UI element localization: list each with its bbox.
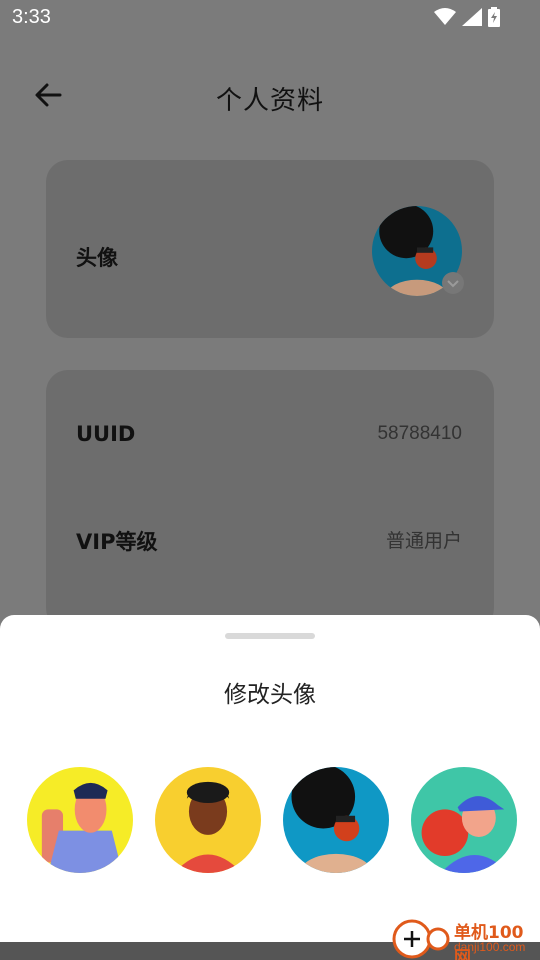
avatar-illustration — [411, 767, 517, 873]
avatar-card[interactable]: 头像 — [46, 160, 494, 338]
status-time: 3:33 — [12, 6, 51, 28]
avatar-label: 头像 — [76, 246, 118, 270]
avatar-option-1[interactable] — [27, 767, 133, 873]
status-bar: 3:33 — [0, 0, 540, 36]
vip-level-value: 普通用户 — [385, 531, 462, 552]
uuid-value: 58788410 — [377, 423, 462, 444]
avatar-option-3[interactable] — [283, 767, 389, 873]
sheet-title: 修改头像 — [224, 682, 316, 708]
wifi-icon — [434, 8, 456, 25]
avatar-list[interactable] — [0, 767, 540, 877]
battery-icon — [488, 7, 500, 27]
sheet-handle[interactable] — [225, 633, 315, 639]
signal-icon — [462, 8, 482, 26]
chevron-down-icon — [442, 272, 464, 294]
status-icons — [434, 7, 500, 27]
watermark-subtext: danji100.com — [454, 940, 526, 954]
avatar-picker-sheet: 修改头像 — [0, 615, 540, 942]
avatar-illustration — [155, 767, 261, 873]
avatar-option-4[interactable] — [411, 767, 517, 873]
avatar-illustration — [27, 767, 133, 873]
page-title: 个人资料 — [215, 86, 324, 116]
info-card: UUID 58788410 VIP等级 普通用户 — [46, 370, 494, 630]
watermark: 单机100网 danji100.com — [390, 915, 540, 960]
header: 个人资料 — [0, 60, 540, 130]
uuid-label: UUID — [76, 422, 136, 446]
vip-level-label: VIP等级 — [76, 530, 158, 554]
avatar-illustration — [283, 767, 389, 873]
logo-icon — [392, 919, 450, 959]
avatar-option-2[interactable] — [155, 767, 261, 873]
